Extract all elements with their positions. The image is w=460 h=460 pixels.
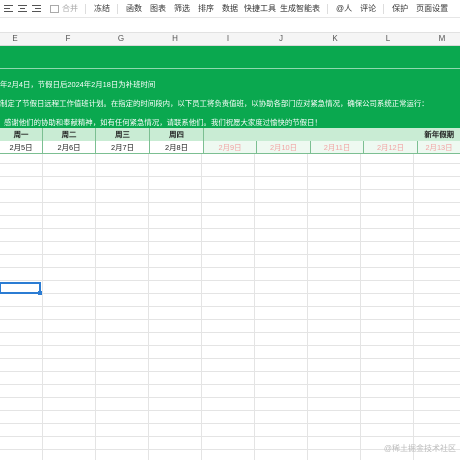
- watermark: @稀土掘金技术社区: [383, 444, 456, 453]
- holiday-header-cell[interactable]: 新年假期: [204, 128, 460, 141]
- freeze-button[interactable]: 冻结: [94, 3, 110, 14]
- date-cell[interactable]: 2月8日: [150, 141, 204, 154]
- weekday-cell[interactable]: 周二: [43, 128, 96, 141]
- align-right-icon[interactable]: [30, 3, 42, 15]
- banner-line-2: 制定了节假日远程工作值班计划。在指定的时间段内，以下员工将负责值班，以协助各部门…: [0, 99, 429, 108]
- holiday-date-cell[interactable]: 2月12日: [364, 141, 418, 154]
- toolbar-divider: [383, 3, 385, 14]
- align-left-icon[interactable]: [2, 3, 14, 15]
- comment-button[interactable]: 评论: [360, 3, 376, 14]
- filter-button[interactable]: 筛选: [174, 3, 190, 14]
- column-header-j[interactable]: J: [271, 34, 291, 43]
- banner-line-3: 感谢他们的协助和奉献精神，如有任何紧急情况，请联系他们。我们祝愿大家度过愉快的节…: [4, 118, 322, 127]
- date-cell[interactable]: 2月7日: [96, 141, 150, 154]
- date-row: 2月5日 2月6日 2月7日 2月8日 2月9日 2月10日 2月11日 2月1…: [0, 141, 460, 154]
- merge-icon[interactable]: [48, 3, 60, 15]
- column-header-k[interactable]: K: [325, 34, 345, 43]
- holiday-date-cell[interactable]: 2月9日: [204, 141, 257, 154]
- column-header-f[interactable]: F: [58, 34, 78, 43]
- data-button[interactable]: 数据: [222, 3, 238, 14]
- column-header-bar: E F G H I J K L M: [0, 33, 460, 46]
- holiday-date-cell[interactable]: 2月13日: [418, 141, 460, 154]
- chart-button[interactable]: 图表: [150, 3, 166, 14]
- page-setup-button[interactable]: 页面设置: [416, 3, 448, 14]
- toolbar-divider: [117, 3, 118, 14]
- banner-line-1: 年2月4日，节假日后2024年2月18日为补班时间: [0, 80, 156, 89]
- quick-tools-button[interactable]: 快捷工具: [244, 3, 276, 14]
- formula-bar[interactable]: [0, 18, 460, 33]
- merge-button[interactable]: 合并: [62, 3, 78, 14]
- function-button[interactable]: 函数: [126, 3, 142, 14]
- weekday-cell[interactable]: 周三: [96, 128, 150, 141]
- sort-button[interactable]: 排序: [198, 3, 214, 14]
- toolbar-divider: [327, 3, 328, 14]
- smart-table-button[interactable]: 生成智能表: [280, 3, 320, 14]
- toolbar: 合并 冻结 函数 图表 筛选 排序 数据 快捷工具 生成智能表 @人 评论 保护…: [0, 0, 460, 18]
- align-center-icon[interactable]: [16, 3, 28, 15]
- column-header-l[interactable]: L: [378, 34, 398, 43]
- protect-button[interactable]: 保护: [392, 3, 408, 14]
- date-cell[interactable]: 2月6日: [43, 141, 96, 154]
- column-header-h[interactable]: H: [165, 34, 185, 43]
- date-cell[interactable]: 2月5日: [0, 141, 43, 154]
- column-header-i[interactable]: I: [218, 34, 238, 43]
- weekday-cell[interactable]: 周一: [0, 128, 43, 141]
- banner-divider: [0, 68, 460, 69]
- notice-banner[interactable]: 年2月4日，节假日后2024年2月18日为补班时间 制定了节假日远程工作值班计划…: [0, 46, 460, 128]
- toolbar-divider: [85, 3, 86, 14]
- mention-button[interactable]: @人: [336, 3, 352, 14]
- weekday-row: 周一 周二 周三 周四 新年假期: [0, 128, 460, 142]
- column-header-e[interactable]: E: [5, 34, 25, 43]
- holiday-date-cell[interactable]: 2月10日: [257, 141, 311, 154]
- holiday-date-cell[interactable]: 2月11日: [311, 141, 364, 154]
- column-header-m[interactable]: M: [432, 34, 452, 43]
- weekday-cell[interactable]: 周四: [150, 128, 204, 141]
- selected-cell[interactable]: [0, 282, 42, 295]
- column-header-g[interactable]: G: [111, 34, 131, 43]
